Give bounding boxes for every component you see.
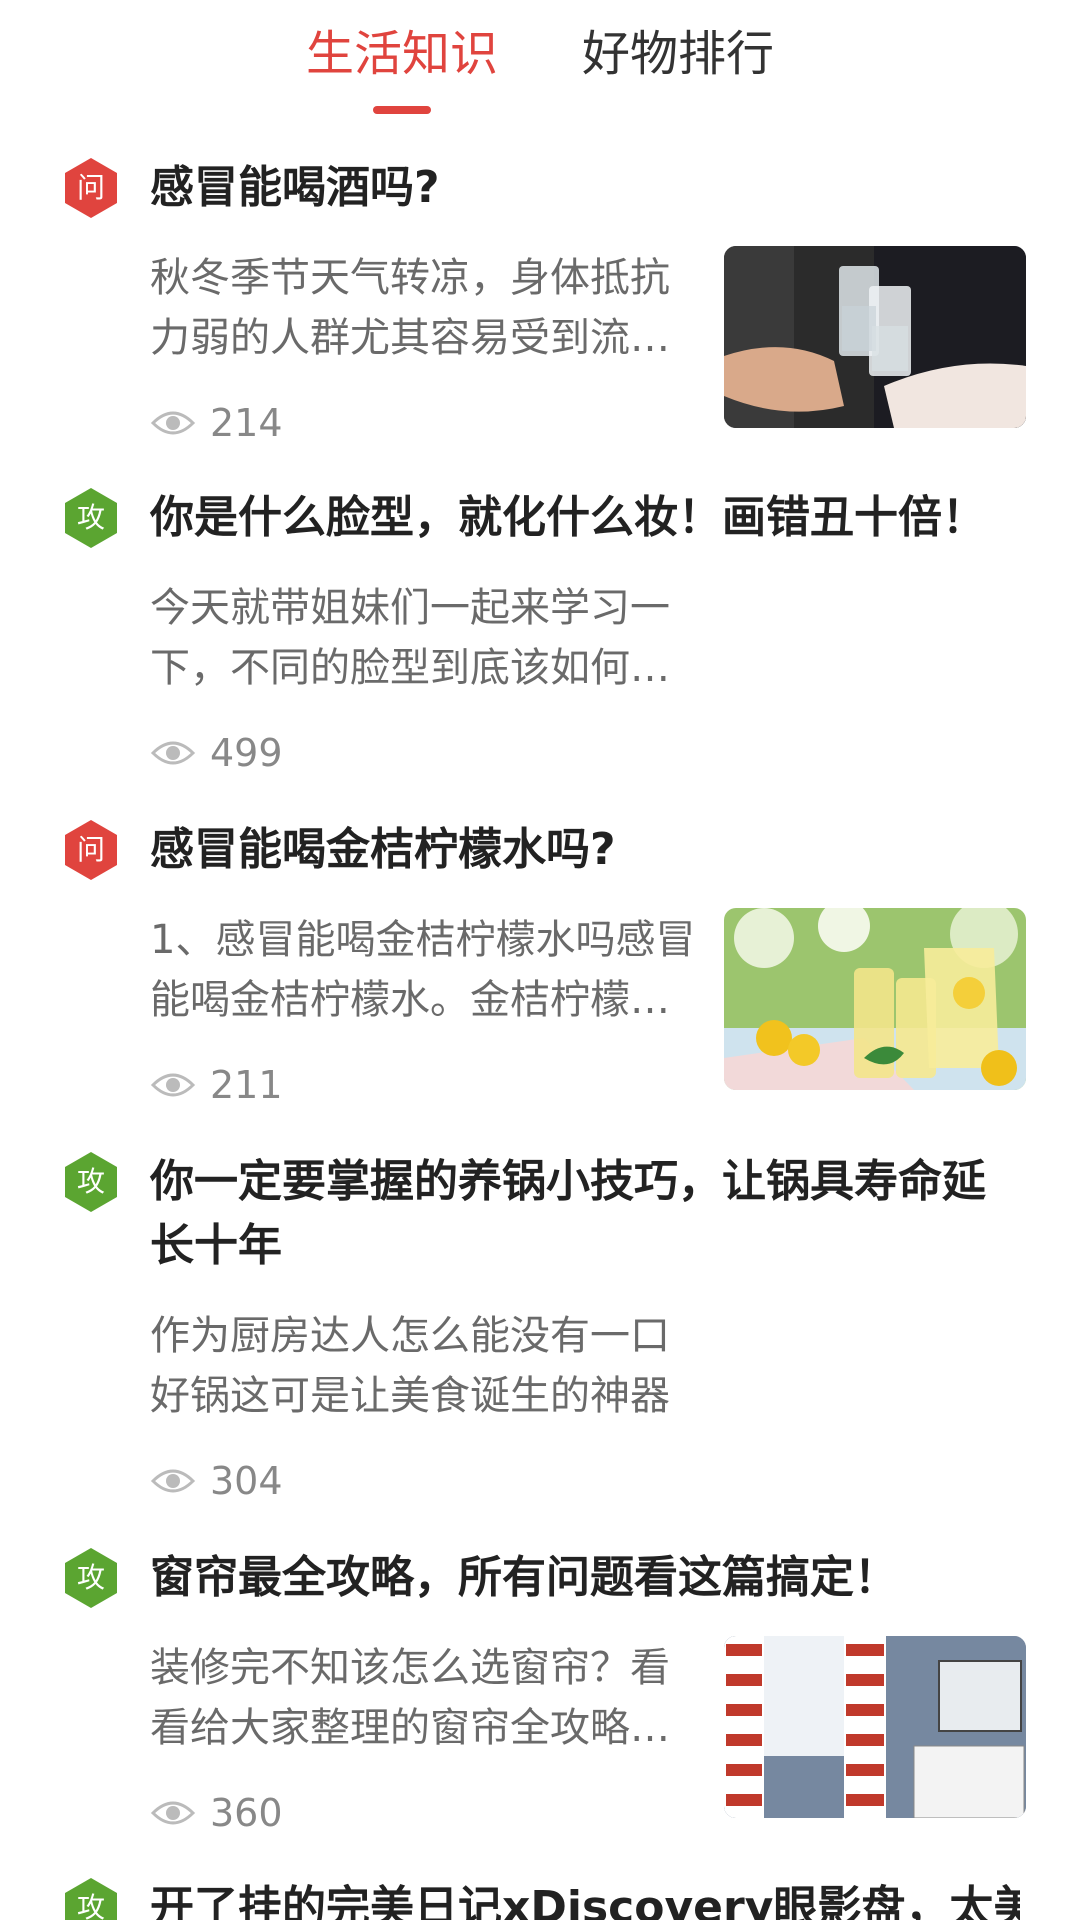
- view-count: 211: [150, 1060, 283, 1110]
- article-excerpt: 作为厨房达人怎么能没有一口好锅这可是让美食诞生的神器: [150, 1313, 670, 1419]
- badge-label: 问: [77, 171, 105, 204]
- article-title[interactable]: 感冒能喝金桔柠檬水吗?: [150, 818, 1020, 882]
- eye-icon: [150, 1073, 196, 1097]
- article-item[interactable]: 问 感冒能喝酒吗? 秋冬季节天气转凉，身体抵抗力弱的人群尤其容易受到流行性感冒的…: [0, 150, 1080, 480]
- top-tab-bar: 生活知识 好物排行: [0, 0, 1080, 120]
- article-item[interactable]: 攻 你一定要掌握的养锅小技巧，让锅具寿命延长十年 作为厨房达人怎么能没有一口好锅…: [0, 1144, 1080, 1540]
- article-title[interactable]: 开了挂的完美日记xDiscovery眼影盘，太美了: [150, 1876, 1020, 1920]
- article-thumbnail-drinks[interactable]: [724, 246, 1026, 428]
- tab-life-knowledge[interactable]: 生活知识: [306, 22, 498, 86]
- view-count: 360: [150, 1788, 283, 1838]
- article-title[interactable]: 窗帘最全攻略，所有问题看这篇搞定！: [150, 1546, 1020, 1610]
- article-item[interactable]: 攻 你是什么脸型，就化什么妆！画错丑十倍！ 今天就带姐妹们一起来学习一下，不同的…: [0, 480, 1080, 812]
- article-excerpt: 装修完不知该怎么选窗帘？看看给大家整理的窗帘全攻略，收藏起来慢慢看: [150, 1645, 670, 1751]
- badge-label: 攻: [77, 1561, 105, 1594]
- eye-icon: [150, 1469, 196, 1493]
- view-count: 499: [150, 728, 283, 778]
- badge-label: 问: [77, 833, 105, 866]
- view-count-value: 214: [210, 401, 283, 445]
- article-title[interactable]: 你是什么脸型，就化什么妆！画错丑十倍！: [150, 486, 1020, 550]
- article-thumbnail-lemonade[interactable]: [724, 908, 1026, 1090]
- article-title[interactable]: 感冒能喝酒吗?: [150, 156, 1020, 220]
- article-thumbnail-curtains[interactable]: [724, 1636, 1026, 1818]
- article-title[interactable]: 你一定要掌握的养锅小技巧，让锅具寿命延长十年: [150, 1150, 1020, 1278]
- badge-label: 攻: [77, 1165, 105, 1198]
- question-badge-icon: 问: [62, 156, 120, 220]
- article-feed: 问 感冒能喝酒吗? 秋冬季节天气转凉，身体抵抗力弱的人群尤其容易受到流行性感冒的…: [0, 150, 1080, 1920]
- view-count-value: 499: [210, 731, 283, 775]
- tab-good-products-ranking[interactable]: 好物排行: [582, 22, 774, 86]
- question-badge-icon: 问: [62, 818, 120, 882]
- eye-icon: [150, 1801, 196, 1825]
- article-item[interactable]: 问 感冒能喝金桔柠檬水吗? 1、感冒能喝金桔柠檬水吗感冒能喝金桔柠檬水。金桔柠檬…: [0, 812, 1080, 1144]
- guide-badge-icon: 攻: [62, 1876, 120, 1920]
- view-count-value: 360: [210, 1791, 283, 1835]
- article-excerpt: 今天就带姐妹们一起来学习一下，不同的脸型到底该如何化妆: [150, 585, 670, 691]
- guide-badge-icon: 攻: [62, 1546, 120, 1610]
- eye-icon: [150, 741, 196, 765]
- article-excerpt: 1、感冒能喝金桔柠檬水吗感冒能喝金桔柠檬水。金桔柠檬水富含维生素C: [150, 917, 696, 1023]
- guide-badge-icon: 攻: [62, 1150, 120, 1214]
- view-count-value: 211: [210, 1063, 283, 1107]
- article-excerpt: 秋冬季节天气转凉，身体抵抗力弱的人群尤其容易受到流行性感冒的侵袭: [150, 255, 670, 361]
- view-count-value: 304: [210, 1459, 283, 1503]
- article-item[interactable]: 攻 窗帘最全攻略，所有问题看这篇搞定！ 装修完不知该怎么选窗帘？看看给大家整理的…: [0, 1540, 1080, 1870]
- view-count: 214: [150, 398, 283, 448]
- article-item[interactable]: 攻 开了挂的完美日记xDiscovery眼影盘，太美了: [0, 1870, 1080, 1920]
- guide-badge-icon: 攻: [62, 486, 120, 550]
- eye-icon: [150, 411, 196, 435]
- active-tab-indicator: [373, 106, 431, 114]
- badge-label: 攻: [77, 1891, 105, 1920]
- badge-label: 攻: [77, 501, 105, 534]
- view-count: 304: [150, 1456, 283, 1506]
